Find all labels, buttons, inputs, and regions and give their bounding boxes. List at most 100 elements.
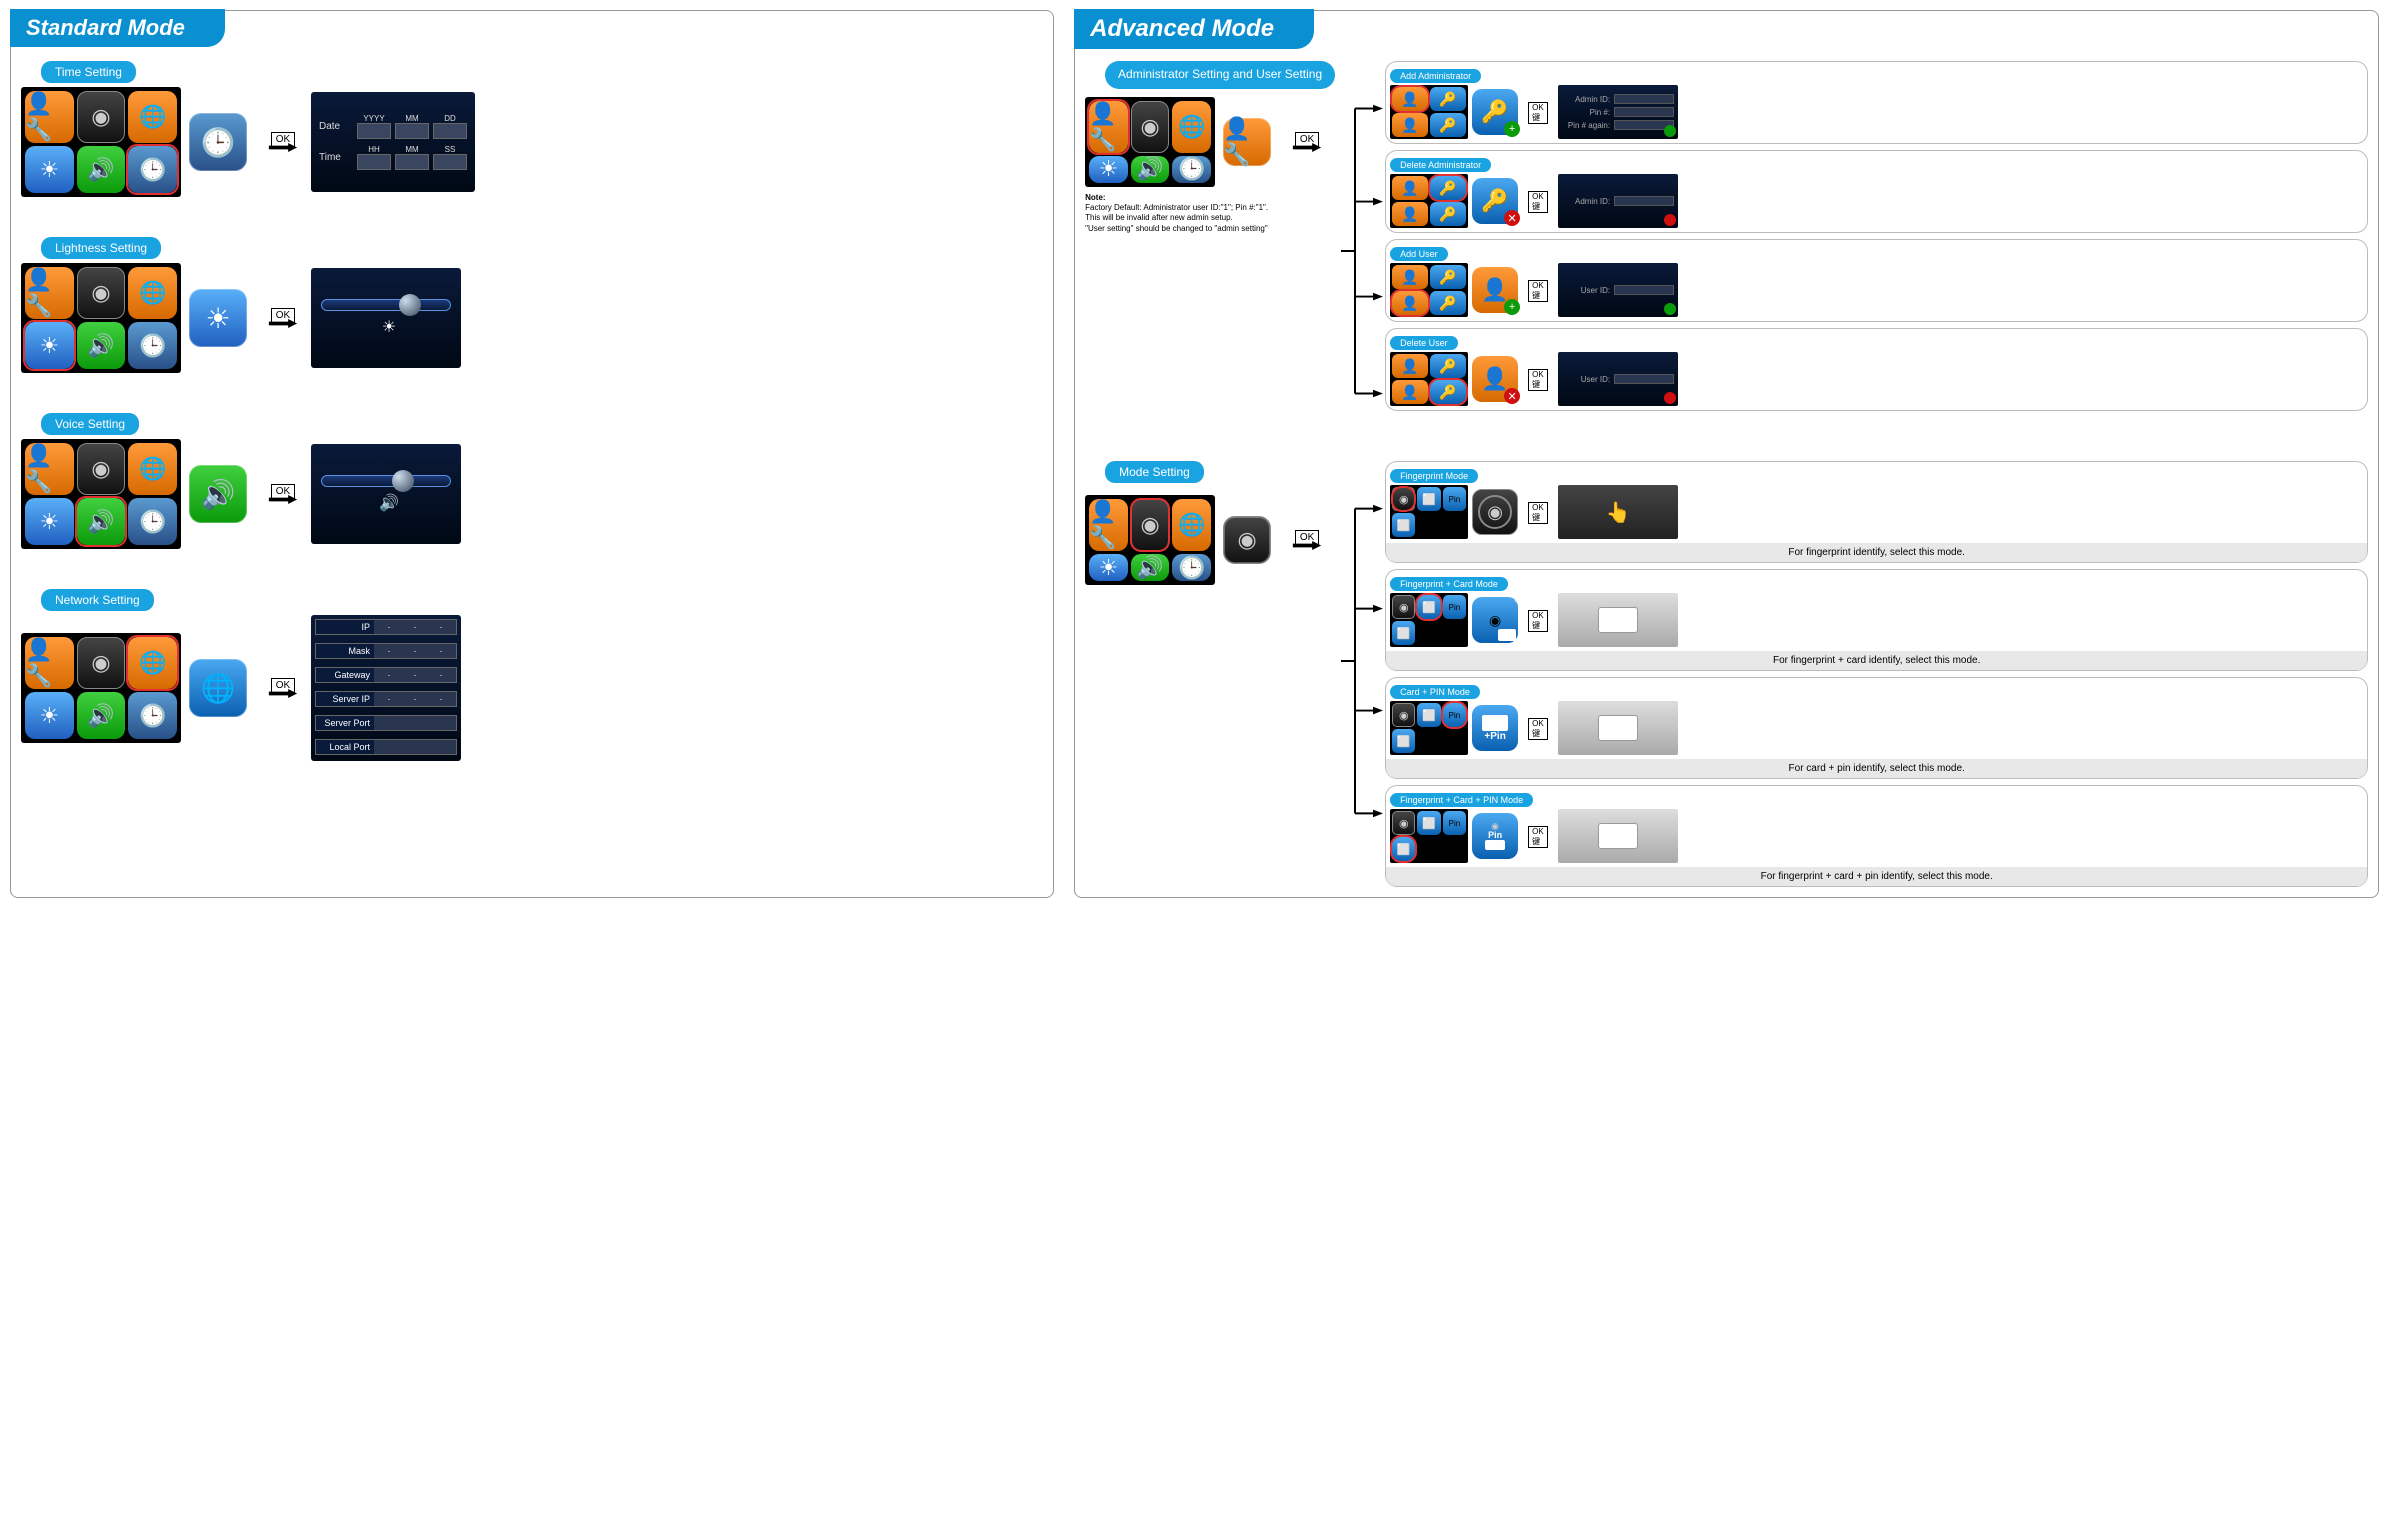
ip-field[interactable]: ··· <box>374 620 456 634</box>
clock-icon[interactable]: 🕒 <box>1172 156 1211 183</box>
clock-icon[interactable]: 🕒 <box>128 498 177 545</box>
clock-icon[interactable]: 🕒 <box>128 322 177 369</box>
user-settings-icon[interactable]: 👤🔧 <box>1089 499 1128 551</box>
user-id-field[interactable] <box>1614 285 1674 295</box>
key-del-icon[interactable]: 🔑 <box>1430 176 1466 200</box>
card-icon[interactable]: ⬜ <box>1417 811 1440 835</box>
mode-submenu[interactable]: ◉ ⬜ Pin ⬜ <box>1390 485 1468 539</box>
mode-submenu[interactable]: ◉ ⬜ Pin ⬜ <box>1390 701 1468 755</box>
clock-icon[interactable]: 🕒 <box>128 146 177 193</box>
key-icon[interactable]: 🔑 <box>1430 291 1466 315</box>
user-settings-icon[interactable]: 👤🔧 <box>1089 101 1128 153</box>
network-icon[interactable]: 🌐 <box>128 443 177 495</box>
key-icon[interactable]: 🔑 <box>1430 265 1466 289</box>
fp-card-icon[interactable]: ⬜ <box>1392 513 1415 537</box>
voice-icon[interactable]: 🔊 <box>1131 156 1170 183</box>
del-user-menu-icon[interactable]: 🔑 <box>1430 380 1466 404</box>
main-menu-net[interactable]: 👤🔧 ◉ 🌐 ☀ 🔊 🕒 <box>21 633 181 743</box>
card-pin-mode-icon[interactable]: Pin <box>1443 703 1466 727</box>
main-menu-voice[interactable]: 👤🔧 ◉ 🌐 ☀ 🔊 🕒 <box>21 439 181 549</box>
mask-field[interactable]: ··· <box>374 644 456 658</box>
user-settings-icon[interactable]: 👤🔧 <box>25 443 74 495</box>
admin-submenu[interactable]: 👤 🔑 👤 🔑 <box>1390 352 1468 406</box>
card-icon[interactable]: ⬜ <box>1417 703 1440 727</box>
gateway-field[interactable]: ··· <box>374 668 456 682</box>
hh-field[interactable] <box>357 154 391 170</box>
add-admin-screen[interactable]: Admin ID: Pin #: Pin # again: <box>1558 85 1678 139</box>
user-icon[interactable]: 👤 <box>1392 113 1428 137</box>
brightness-icon[interactable]: ☀ <box>25 146 74 193</box>
fp-mode-icon[interactable]: ◉ <box>1392 595 1415 619</box>
network-icon[interactable]: 🌐 <box>128 267 177 319</box>
mode-submenu[interactable]: ◉ ⬜ Pin ⬜ <box>1390 809 1468 863</box>
network-icon[interactable]: 🌐 <box>1172 499 1211 551</box>
voice-icon[interactable]: 🔊 <box>77 692 126 739</box>
user-settings-icon[interactable]: 👤🔧 <box>25 267 74 319</box>
admin-submenu[interactable]: 👤 🔑 👤 🔑 <box>1390 174 1468 228</box>
add-user-icon[interactable]: 👤 <box>1392 291 1428 315</box>
main-menu-mode[interactable]: 👤🔧 ◉ 🌐 ☀ 🔊 🕒 <box>1085 495 1215 585</box>
pin-field[interactable] <box>1614 107 1674 117</box>
fingerprint-icon[interactable]: ◉ <box>77 443 126 495</box>
time-setting-screen[interactable]: Date YYYY MM DD Time HH MM SS <box>311 92 475 192</box>
fp-card-icon[interactable]: ⬜ <box>1392 729 1415 753</box>
serverport-field[interactable] <box>374 716 456 730</box>
confirm-icon[interactable] <box>1664 125 1676 137</box>
add-admin-icon[interactable]: 👤 <box>1392 265 1428 289</box>
main-menu-admin[interactable]: 👤🔧 ◉ 🌐 ☀ 🔊 🕒 <box>1085 97 1215 187</box>
add-admin-icon[interactable]: 👤 <box>1392 354 1428 378</box>
voice-icon[interactable]: 🔊 <box>1131 554 1170 581</box>
card-icon[interactable]: ⬜ <box>1417 487 1440 511</box>
add-admin-icon[interactable]: 👤 <box>1392 87 1428 111</box>
add-user-screen[interactable]: User ID: <box>1558 263 1678 317</box>
pin-icon[interactable]: Pin <box>1443 487 1466 511</box>
brightness-icon[interactable]: ☀ <box>25 692 74 739</box>
brightness-icon[interactable]: ☀ <box>25 322 74 369</box>
network-icon[interactable]: 🌐 <box>1172 101 1211 153</box>
voice-icon[interactable]: 🔊 <box>77 146 126 193</box>
mode-submenu[interactable]: ◉ ⬜ Pin ⬜ <box>1390 593 1468 647</box>
brightness-icon[interactable]: ☀ <box>1089 554 1128 581</box>
user-settings-icon[interactable]: 👤🔧 <box>25 91 74 143</box>
ss-field[interactable] <box>433 154 467 170</box>
fingerprint-icon[interactable]: ◉ <box>1131 101 1170 153</box>
user-icon[interactable]: 👤 <box>1392 380 1428 404</box>
delete-icon[interactable] <box>1664 214 1676 226</box>
min-field[interactable] <box>395 154 429 170</box>
user-id-field[interactable] <box>1614 374 1674 384</box>
yyyy-field[interactable] <box>357 123 391 139</box>
key-icon[interactable]: 🔑 <box>1430 87 1466 111</box>
fingerprint-icon[interactable]: ◉ <box>1131 499 1170 551</box>
fingerprint-icon[interactable]: ◉ <box>77 267 126 319</box>
confirm-icon[interactable] <box>1664 303 1676 315</box>
fp-card-pin-mode-icon[interactable]: ⬜ <box>1392 837 1415 861</box>
user-icon[interactable]: 👤 <box>1392 202 1428 226</box>
card-icon[interactable]: ⬜ <box>1392 621 1415 645</box>
brightness-icon[interactable]: ☀ <box>1089 156 1128 183</box>
network-icon[interactable]: 🌐 <box>128 637 177 689</box>
voice-slider[interactable] <box>321 475 451 487</box>
user-settings-icon[interactable]: 👤🔧 <box>25 637 74 689</box>
dd-field[interactable] <box>433 123 467 139</box>
fingerprint-icon[interactable]: ◉ <box>77 637 126 689</box>
mm-field[interactable] <box>395 123 429 139</box>
network-screen[interactable]: IP··· Mask··· Gateway··· Server IP··· Se… <box>311 615 461 761</box>
main-menu-time[interactable]: 👤🔧 ◉ 🌐 ☀ 🔊 🕒 <box>21 87 181 197</box>
add-admin-icon[interactable]: 👤 <box>1392 176 1428 200</box>
admin-submenu[interactable]: 👤 🔑 👤 🔑 <box>1390 85 1468 139</box>
pin-icon[interactable]: Pin <box>1443 595 1466 619</box>
voice-screen[interactable]: 🔊 <box>311 444 461 544</box>
network-icon[interactable]: 🌐 <box>128 91 177 143</box>
serverip-field[interactable]: ··· <box>374 692 456 706</box>
del-user-screen[interactable]: User ID: <box>1558 352 1678 406</box>
main-menu-light[interactable]: 👤🔧 ◉ 🌐 ☀ 🔊 🕒 <box>21 263 181 373</box>
fp-mode-icon[interactable]: ◉ <box>1392 487 1415 511</box>
brightness-icon[interactable]: ☀ <box>25 498 74 545</box>
brightness-screen[interactable]: ☀ <box>311 268 461 368</box>
voice-icon[interactable]: 🔊 <box>77 322 126 369</box>
clock-icon[interactable]: 🕒 <box>1172 554 1211 581</box>
pin-icon[interactable]: Pin <box>1443 811 1466 835</box>
fingerprint-icon[interactable]: ◉ <box>77 91 126 143</box>
fp-card-mode-icon[interactable]: ⬜ <box>1417 595 1440 619</box>
fp-mode-icon[interactable]: ◉ <box>1392 811 1415 835</box>
